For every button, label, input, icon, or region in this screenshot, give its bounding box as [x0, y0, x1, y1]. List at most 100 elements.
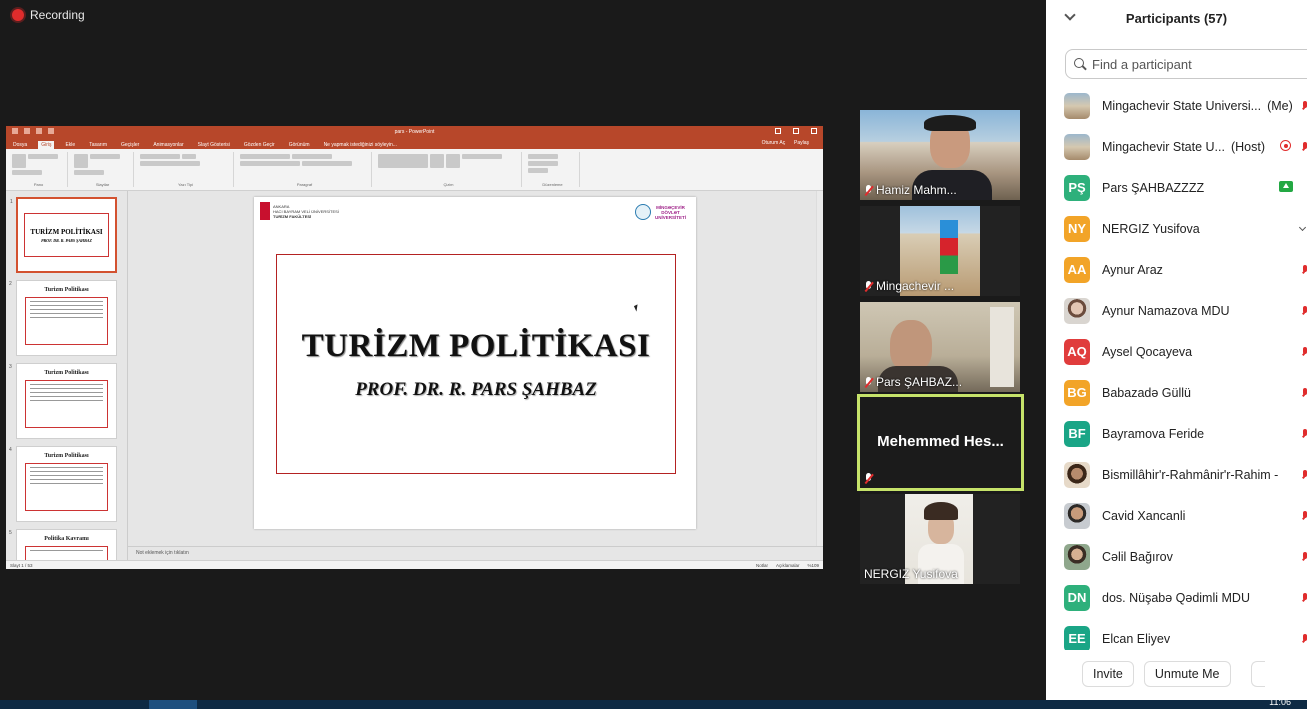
video-tile-1[interactable]: Hamiz Mahm...: [860, 110, 1020, 200]
participant-name: Cəlil Bağırov: [1102, 549, 1173, 564]
muted-mic-icon: [864, 280, 873, 292]
participant-row[interactable]: DN dos. Nüşabə Qədimli MDU: [1046, 577, 1307, 618]
screen-share-icon: [1279, 181, 1293, 192]
muted-mic-icon[interactable]: [1301, 142, 1307, 151]
slide-thumb-5[interactable]: 5 Politika Kavramı: [9, 529, 117, 560]
notes-toggle[interactable]: Notlar: [756, 563, 768, 568]
panel-footer: Invite Unmute Me: [1046, 656, 1307, 692]
participant-row[interactable]: PŞ Pars ŞAHBAZZZZ: [1046, 167, 1307, 208]
video-name: Hamiz Mahm...: [876, 183, 957, 197]
tab-tasarim[interactable]: Tasarım: [86, 141, 110, 149]
participant-row[interactable]: Bismillâhir'r-Rahmânir'r-Rahim -: [1046, 454, 1307, 495]
tab-giris[interactable]: Giriş: [38, 141, 55, 149]
video-tile-3[interactable]: Pars ŞAHBAZ...: [860, 302, 1020, 392]
muted-mic-icon: [1301, 429, 1307, 438]
avatar: [1064, 543, 1090, 570]
signin-share[interactable]: Oturum Aç Paylaş: [756, 139, 815, 147]
participant-row[interactable]: Aynur Namazova MDU: [1046, 290, 1307, 331]
ribbon-group-duzenleme[interactable]: Düzenleme: [526, 152, 580, 187]
muted-mic-icon: [1301, 593, 1307, 602]
ribbon-group-paragraf[interactable]: Paragraf: [238, 152, 372, 187]
participant-row[interactable]: Cavid Xancanli: [1046, 495, 1307, 536]
participant-name: NERGIZ Yusifova: [1102, 221, 1200, 236]
participants-header: Participants (57): [1046, 0, 1307, 36]
participant-name: Aynur Araz: [1102, 262, 1163, 277]
unmute-me-button[interactable]: Unmute Me: [1143, 661, 1231, 687]
participant-row[interactable]: BF Bayramova Feride: [1046, 413, 1307, 454]
muted-mic-icon: [1301, 347, 1307, 356]
muted-mic-icon: [1301, 634, 1307, 643]
recording-indicator[interactable]: Recording: [12, 8, 85, 22]
participant-row[interactable]: AA Aynur Araz: [1046, 249, 1307, 290]
notes-pane[interactable]: Not eklemek için tıklatın: [128, 546, 823, 560]
participant-name: dos. Nüşabə Qədimli MDU: [1102, 590, 1250, 605]
editor-scrollbar[interactable]: [816, 191, 823, 546]
participant-name: Babazadə Güllü: [1102, 385, 1191, 400]
muted-mic-icon: [1301, 101, 1307, 110]
participant-row[interactable]: EE Elcan Eliyev: [1046, 618, 1307, 650]
participant-row[interactable]: NY NERGIZ Yusifova: [1046, 208, 1307, 249]
muted-mic-icon: [1301, 265, 1307, 274]
avatar: [1064, 133, 1090, 160]
avatar: AA: [1064, 256, 1090, 283]
taskbar-active-app[interactable]: [149, 700, 197, 709]
participant-name: Bayramova Feride: [1102, 426, 1205, 441]
avatar: [1064, 461, 1090, 488]
signin-link[interactable]: Oturum Aç: [759, 139, 789, 147]
tab-gorunum[interactable]: Görünüm: [286, 141, 313, 149]
ribbon-group-slaytlar[interactable]: Slaytlar: [72, 152, 134, 187]
video-tile-5[interactable]: NERGIZ Yusifova: [860, 494, 1020, 584]
avatar: NY: [1064, 215, 1090, 242]
muted-mic-icon: [1301, 552, 1307, 561]
ribbon-group-pano[interactable]: Pano: [10, 152, 68, 187]
muted-mic-icon: [864, 473, 873, 484]
muted-mic-icon: [864, 376, 873, 388]
comments-toggle[interactable]: Açıklamalar: [776, 563, 800, 568]
powerpoint-titlebar: pars - PowerPoint: [6, 126, 823, 138]
slide-thumb-1[interactable]: 1 TURİZM POLİTİKASI PROF. DR. R. PARS ŞAH…: [10, 197, 117, 273]
current-slide[interactable]: ANKARA HACI BAYRAM VELİ ÜNİVERSİTESİ TURİZ…: [254, 197, 696, 529]
slide-thumb-3[interactable]: 3 Turizm Politikası: [9, 363, 117, 439]
shared-screen[interactable]: pars - PowerPoint Dosya Giriş Ekle Tasar…: [6, 126, 823, 569]
chevron-down-icon[interactable]: [1064, 9, 1076, 21]
tab-slayt-gosterisi[interactable]: Slayt Gösterisi: [195, 141, 233, 149]
participant-search[interactable]: [1065, 49, 1307, 79]
avatar: DN: [1064, 584, 1090, 611]
tab-gecisler[interactable]: Geçişler: [118, 141, 142, 149]
participant-row[interactable]: BG Babazadə Güllü: [1046, 372, 1307, 413]
quick-access-toolbar[interactable]: [12, 128, 54, 134]
participant-name: Mingachevir State Universi...: [1102, 98, 1262, 113]
ribbon-group-cizim[interactable]: Çizim: [376, 152, 522, 187]
tab-dosya[interactable]: Dosya: [10, 141, 30, 149]
avatar: EE: [1064, 625, 1090, 650]
muted-mic-icon: [1301, 306, 1307, 315]
chevron-down-icon[interactable]: [1298, 223, 1307, 232]
zoom-level[interactable]: %109: [807, 563, 819, 568]
video-tile-2[interactable]: Mingachevir ...: [860, 206, 1020, 296]
video-name: NERGIZ Yusifova: [864, 567, 958, 581]
search-icon: [1074, 58, 1086, 70]
tell-me-box[interactable]: Ne yapmak istediğinizi söyleyin...: [321, 141, 400, 149]
participant-name: Pars ŞAHBAZZZZ: [1102, 180, 1205, 195]
avatar: PŞ: [1064, 174, 1090, 201]
window-controls[interactable]: [775, 128, 817, 134]
muted-mic-icon: [864, 184, 873, 196]
slide-thumb-2[interactable]: 2 Turizm Politikası: [9, 280, 117, 356]
invite-button[interactable]: Invite: [1082, 661, 1134, 687]
ribbon-group-yazi-tipi[interactable]: Yazı Tipi: [138, 152, 234, 187]
tab-animasyonlar[interactable]: Animasyonlar: [150, 141, 186, 149]
participant-row[interactable]: Cəlil Bağırov: [1046, 536, 1307, 577]
window-title: pars - PowerPoint: [394, 129, 435, 135]
participant-row[interactable]: Mingachevir State Universi... (Me): [1046, 85, 1307, 126]
participant-row[interactable]: Mingachevir State U... (Host): [1046, 126, 1307, 167]
slide-title: TURİZM POLİTİKASI: [301, 327, 651, 364]
tab-gozden-gecir[interactable]: Gözden Geçir: [241, 141, 278, 149]
search-input[interactable]: [1092, 56, 1292, 72]
muted-mic-icon: [1301, 511, 1307, 520]
video-tile-active-speaker[interactable]: Mehemmed Hes...: [857, 394, 1024, 491]
participant-row[interactable]: AQ Aysel Qocayeva: [1046, 331, 1307, 372]
share-link[interactable]: Paylaş: [791, 139, 812, 147]
more-button[interactable]: [1250, 661, 1265, 687]
tab-ekle[interactable]: Ekle: [62, 141, 78, 149]
slide-thumb-4[interactable]: 4 Turizm Politikası: [9, 446, 117, 522]
